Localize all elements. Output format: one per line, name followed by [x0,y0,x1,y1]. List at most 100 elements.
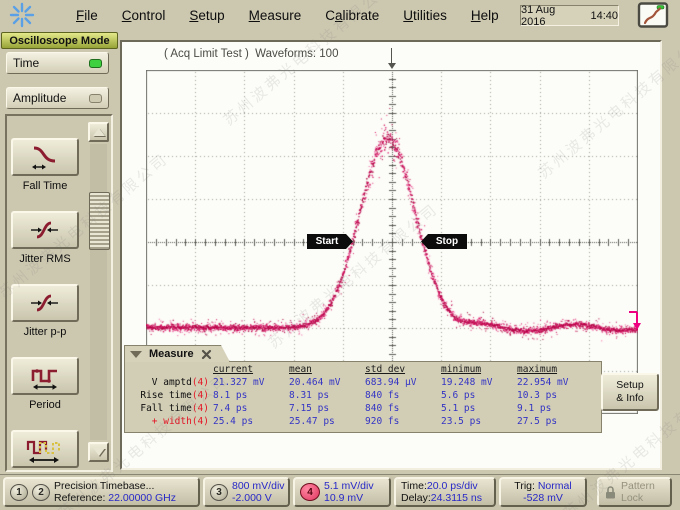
oscilloscope-screen: 苏州波弗光电科技有限公司苏州波弗光电科技有限公司苏州波弗光电科技有限公司苏州波弗… [0,0,680,510]
trig-mode-value: Normal [538,480,572,492]
setup-info-line1: Setup [616,379,643,392]
delta-time-icon [26,434,64,464]
mode-header: Oscilloscope Mode [1,32,118,49]
fall-time-button[interactable] [11,138,79,176]
delta-time-button[interactable] [11,430,79,468]
amplitude-mode-button[interactable]: Amplitude [6,87,109,109]
menu-item-help[interactable]: Help [471,8,499,23]
trig-label: Trig: [514,480,535,492]
measure-value: 5.1 ps [441,402,517,415]
jitter-p-p-button[interactable] [11,284,79,322]
menu-item-setup[interactable]: Setup [189,8,224,23]
measure-row-label: Fall time(4) [125,402,213,415]
channel-3-scale: 800 mV/div [232,480,285,492]
triangle-down-icon [93,448,105,456]
measure-value: 25.4 ps [213,415,289,428]
lock-icon [604,485,617,500]
jitter-rms-icon [28,216,62,244]
lock-label: Lock [621,492,643,504]
channel-4-button[interactable]: 4 5.1 mV/div 10.9 mV [293,477,391,507]
measure-tab-label: Measure [149,348,194,360]
close-icon[interactable] [201,349,212,360]
measure-row: V amptd(4)21.327 mV20.464 mV683.94 µV19.… [125,376,601,389]
timebase-button[interactable]: Time:20.0 ps/div Delay:24.3115 ns [394,477,496,507]
measure-value: 7.4 ps [213,402,289,415]
tool-label: Jitter p-p [0,326,90,338]
measure-value: 7.15 ps [289,402,365,415]
scrollbar-down-button[interactable] [88,442,109,462]
measure-value: 23.5 ps [441,415,517,428]
time-mode-label: Time [13,56,89,70]
precision-timebase-label: Precision Timebase... [54,480,154,492]
measure-column-header: current [213,363,289,376]
channel-1-button[interactable]: 1 [10,484,28,501]
reference-label: Reference: [54,492,105,504]
menu-item-control[interactable]: Control [122,8,166,23]
acq-limit-status: ( Acq Limit Test ) Waveforms: 100 [164,48,338,60]
measure-value: 22.954 mV [517,376,593,389]
sidebar: Oscilloscope Mode Time Amplitude Fall Ti… [0,30,118,474]
measure-value: 683.94 µV [365,376,441,389]
measure-value: 21.327 mV [213,376,289,389]
measure-column-header: mean [289,363,365,376]
trig-level-value: -528 mV [523,492,563,504]
touchscreen-button[interactable] [637,2,669,28]
jitter-pp-icon [28,289,62,317]
time-scale-value: 20.0 ps/div [427,480,478,492]
setup-info-line2: & Info [616,392,643,405]
collapse-icon[interactable] [130,351,142,358]
reference-value: 22.00000 GHz [108,492,176,504]
menu-item-file[interactable]: File [76,8,98,23]
time-label: Time: [401,480,427,492]
channel-ground-marker-icon[interactable] [627,308,647,337]
time-label: 14:40 [590,10,618,22]
menu-bar: File Control Setup Measure Calibrate Utilitie… [0,0,680,30]
delay-label: Delay: [401,492,431,504]
menu: File Control Setup Measure Calibrate Utilitie… [76,0,499,30]
trigger-button[interactable]: Trig: Normal -528 mV [499,477,587,507]
measure-value: 10.3 ps [517,389,593,402]
menu-item-utilities[interactable]: Utilities [403,8,447,23]
led-off-icon [89,94,102,103]
delay-value: 24.3115 ns [431,492,482,504]
tool-label: Fall Time [0,180,90,192]
measure-value: 25.47 ps [289,415,365,428]
datetime-display: 31 Aug 2016 14:40 [520,5,619,26]
waveform-display: ( Acq Limit Test ) Waveforms: 100 Start … [120,40,662,470]
amplitude-mode-label: Amplitude [13,91,89,105]
menu-item-measure[interactable]: Measure [249,8,302,23]
channel-4-scale: 5.1 mV/div [324,480,374,492]
precision-timebase-button[interactable]: 1 2 Precision Timebase... Reference: 22.… [3,477,200,507]
measure-value: 20.464 mV [289,376,365,389]
scrollbar-thumb[interactable] [89,192,110,250]
channel-2-button[interactable]: 2 [32,484,50,501]
time-reference-arrow-icon [388,63,396,69]
channel-4-number: 4 [300,483,320,501]
scrollbar-track[interactable] [90,144,107,440]
channel-4-offset: 10.9 mV [324,492,363,504]
stop-marker-flag[interactable]: Stop [421,234,467,249]
period-button[interactable] [11,357,79,395]
measure-panel-tab[interactable]: Measure [124,345,230,362]
channel-3-number: 3 [210,484,228,501]
time-reference-marker-icon [391,48,392,64]
pattern-lock-button[interactable]: Pattern Lock [597,477,672,507]
measure-row: + width(4)25.4 ps25.47 ps920 fs23.5 ps27… [125,415,601,428]
channel-3-button[interactable]: 3 800 mV/div -2.000 V [203,477,290,507]
measure-value: 920 fs [365,415,441,428]
measure-value: 840 fs [365,402,441,415]
menu-item-calibrate[interactable]: Calibrate [325,8,379,23]
measure-value: 8.1 ps [213,389,289,402]
jitter-rms-button[interactable] [11,211,79,249]
fall-time-icon [28,143,62,171]
agilent-logo-icon [8,2,36,28]
measure-value: 8.31 ps [289,389,365,402]
period-icon [28,362,62,390]
start-marker-flag[interactable]: Start [307,234,353,249]
measure-column-header: std dev [365,363,441,376]
scrollbar-up-button[interactable] [88,122,109,142]
time-mode-button[interactable]: Time [6,52,109,74]
setup-info-button[interactable]: Setup & Info [601,373,659,411]
measure-value: 19.248 mV [441,376,517,389]
measure-value: 27.5 ps [517,415,593,428]
